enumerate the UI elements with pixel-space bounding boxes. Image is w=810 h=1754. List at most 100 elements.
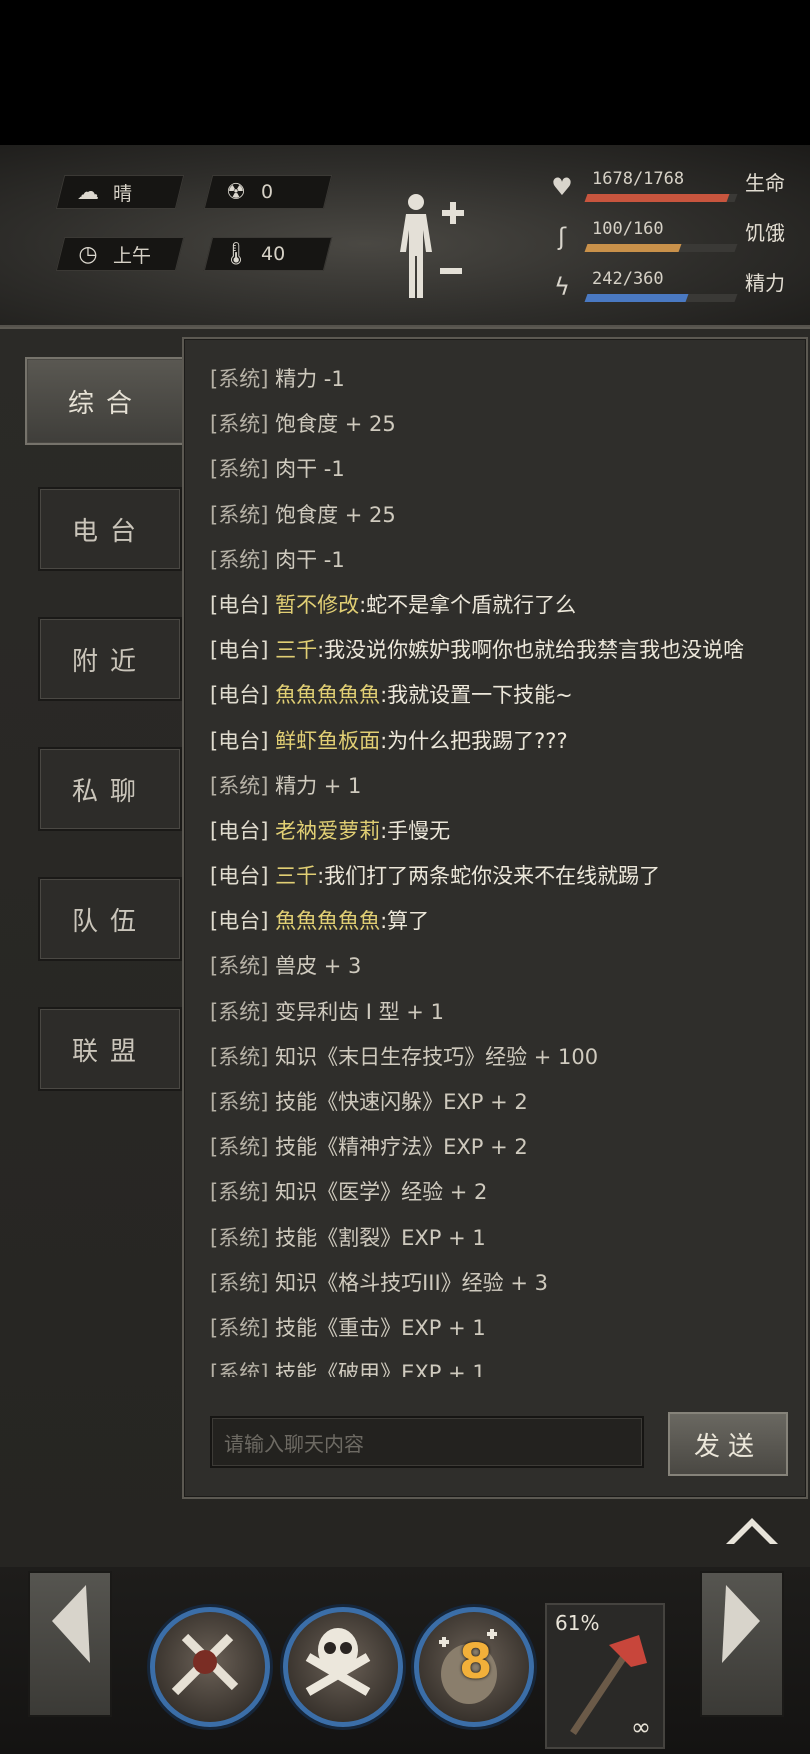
health-bar <box>584 194 738 202</box>
chat-message: [系统] 技能《重击》EXP + 1 <box>210 1306 800 1351</box>
hunger-label: 饥饿 <box>745 221 785 245</box>
hotbar-prev-button[interactable] <box>28 1571 112 1717</box>
collapse-chevron-icon[interactable] <box>722 1510 782 1550</box>
tab-nearby[interactable]: 附近 <box>38 617 182 701</box>
message-channel: [系统] <box>210 999 269 1024</box>
message-text: :为什么把我踢了??? <box>380 728 568 753</box>
chat-message: [系统] 精力 + 1 <box>210 764 800 809</box>
chat-input[interactable]: 请输入聊天内容 <box>210 1416 644 1468</box>
message-text: 精力 -1 <box>275 367 345 391</box>
message-channel: [系统] <box>210 773 269 798</box>
tab-team[interactable]: 队伍 <box>38 877 182 961</box>
skill-slot-2[interactable] <box>283 1607 403 1727</box>
message-text: 技能《快速闪躲》EXP + 2 <box>275 1090 528 1114</box>
head-lightning-icon: ϟ <box>554 273 570 301</box>
message-channel: [电台] <box>210 592 269 617</box>
chat-message: [电台] 三千:我没说你嫉妒我啊你也就给我禁言我也没说啥 <box>210 628 800 673</box>
tab-radio[interactable]: 电台 <box>38 487 182 571</box>
message-text: 知识《医学》经验 + 2 <box>275 1180 488 1205</box>
chat-message: [系统] 知识《医学》经验 + 2 <box>210 1170 800 1215</box>
tab-private[interactable]: 私聊 <box>38 747 182 831</box>
energy-value: 242/360 <box>592 269 664 289</box>
energy-bar <box>584 294 738 302</box>
message-text: 饱食度 + 25 <box>275 412 396 437</box>
message-sender[interactable]: 三千 <box>275 864 317 888</box>
top-blank-area <box>0 0 810 145</box>
clock-icon: ◷ <box>78 241 98 267</box>
chat-message: [系统] 饱食度 + 25 <box>210 402 800 447</box>
chat-message: [电台] 老衲爱萝莉:手慢无 <box>210 809 800 854</box>
message-channel: [系统] <box>210 1270 269 1295</box>
chat-message: [电台] 魚魚魚魚魚:我就设置一下技能~ <box>210 673 800 718</box>
message-channel: [系统] <box>210 1315 269 1340</box>
message-channel: [系统] <box>210 1044 269 1069</box>
message-text: 饱食度 + 25 <box>275 502 396 527</box>
message-sender[interactable]: 魚魚魚魚魚 <box>275 683 380 707</box>
hunger-stat: ʃ 100/160 饥饿 <box>540 217 810 257</box>
message-sender[interactable]: 鲜虾鱼板面 <box>275 729 380 753</box>
chat-message: [系统] 技能《精神疗法》EXP + 2 <box>210 1125 800 1170</box>
chat-message: [电台] 鲜虾鱼板面:为什么把我踢了??? <box>210 719 800 764</box>
energy-label: 精力 <box>745 271 785 295</box>
weapon-slot[interactable]: 61% ∞ <box>545 1603 665 1749</box>
skill-slot-1[interactable] <box>150 1607 270 1727</box>
chat-panel: [系统] 精力 -1 [系统] 饱食度 + 25 [系统] 肉干 -1 [系统] 饱食… <box>182 337 808 1499</box>
message-text: :手慢无 <box>380 818 451 843</box>
message-text: 知识《末日生存技巧》经验 + 100 <box>275 1044 599 1069</box>
chat-message: [系统] 精力 -1 <box>210 357 800 402</box>
slot-badge: 8 <box>459 1634 493 1690</box>
health-label: 生命 <box>745 171 785 195</box>
weather-value: 晴 <box>113 182 133 205</box>
message-text: :我就设置一下技能~ <box>380 683 573 708</box>
message-text: 精力 + 1 <box>275 773 362 798</box>
health-value: 1678/1768 <box>592 169 685 189</box>
body-figure-icon[interactable] <box>392 190 472 310</box>
message-text: :我没说你嫉妒我啊你也就给我禁言我也没说啥 <box>317 638 745 663</box>
stomach-icon: ʃ <box>557 223 567 251</box>
message-text: :我们打了两条蛇你没来不在线就踢了 <box>317 864 661 889</box>
arrow-right-icon <box>722 1585 760 1663</box>
hunger-bar <box>584 244 738 252</box>
radiation-value: 0 <box>261 181 274 203</box>
message-channel: [电台] <box>210 638 269 663</box>
arrow-left-icon <box>52 1585 90 1663</box>
message-channel: [系统] <box>210 547 269 572</box>
message-text: 知识《格斗技巧III》经验 + 3 <box>275 1270 548 1295</box>
message-sender[interactable]: 三千 <box>275 638 317 662</box>
chat-message: [电台] 暂不修改:蛇不是拿个盾就行了么 <box>210 583 800 628</box>
message-text: 肉干 -1 <box>275 547 345 572</box>
message-text: 技能《割裂》EXP + 1 <box>275 1225 486 1250</box>
message-sender[interactable]: 老衲爱萝莉 <box>275 819 380 843</box>
send-button[interactable]: 发送 <box>668 1412 788 1476</box>
message-channel: [电台] <box>210 728 269 753</box>
hotbar-next-button[interactable] <box>700 1571 784 1717</box>
message-channel: [电台] <box>210 909 269 934</box>
message-sender[interactable]: 暂不修改 <box>275 593 359 617</box>
status-bar: ☁ 晴 ☢ 0 ◷ 上午 🌡 40 ♥ 1678/1768 生命 ʃ 100/1… <box>0 145 810 327</box>
message-sender[interactable]: 魚魚魚魚魚 <box>275 909 380 933</box>
weather-slot: ☁ 晴 <box>55 175 185 209</box>
tab-general[interactable]: 综合 <box>25 357 187 445</box>
chat-message: [系统] 肉干 -1 <box>210 538 800 583</box>
message-channel: [系统] <box>210 502 269 527</box>
chat-message: [电台] 三千:我们打了两条蛇你没来不在线就踢了 <box>210 854 800 899</box>
skull-crossbones-icon <box>305 1628 371 1696</box>
message-text: 变异利齿 I 型 + 1 <box>275 999 444 1024</box>
message-channel: [系统] <box>210 367 269 391</box>
chat-message: [系统] 技能《割裂》EXP + 1 <box>210 1216 800 1261</box>
message-channel: [系统] <box>210 954 269 979</box>
heart-pulse-icon: ♥ <box>551 173 573 201</box>
temperature-slot: 🌡 40 <box>203 237 333 271</box>
message-text: :算了 <box>380 909 430 934</box>
message-channel: [系统] <box>210 457 269 482</box>
chat-message: [系统] 变异利齿 I 型 + 1 <box>210 990 800 1035</box>
message-channel: [系统] <box>210 1135 269 1160</box>
message-channel: [电台] <box>210 818 269 843</box>
energy-stat: ϟ 242/360 精力 <box>540 267 810 307</box>
tab-alliance[interactable]: 联盟 <box>38 1007 182 1091</box>
health-stat: ♥ 1678/1768 生命 <box>540 167 810 207</box>
skill-slot-3[interactable]: 8 <box>414 1607 534 1727</box>
message-channel: [系统] <box>210 1225 269 1250</box>
hotbar: 8 61% ∞ <box>0 1567 810 1754</box>
chat-log[interactable]: [系统] 精力 -1 [系统] 饱食度 + 25 [系统] 肉干 -1 [系统] 饱食… <box>210 357 800 1377</box>
